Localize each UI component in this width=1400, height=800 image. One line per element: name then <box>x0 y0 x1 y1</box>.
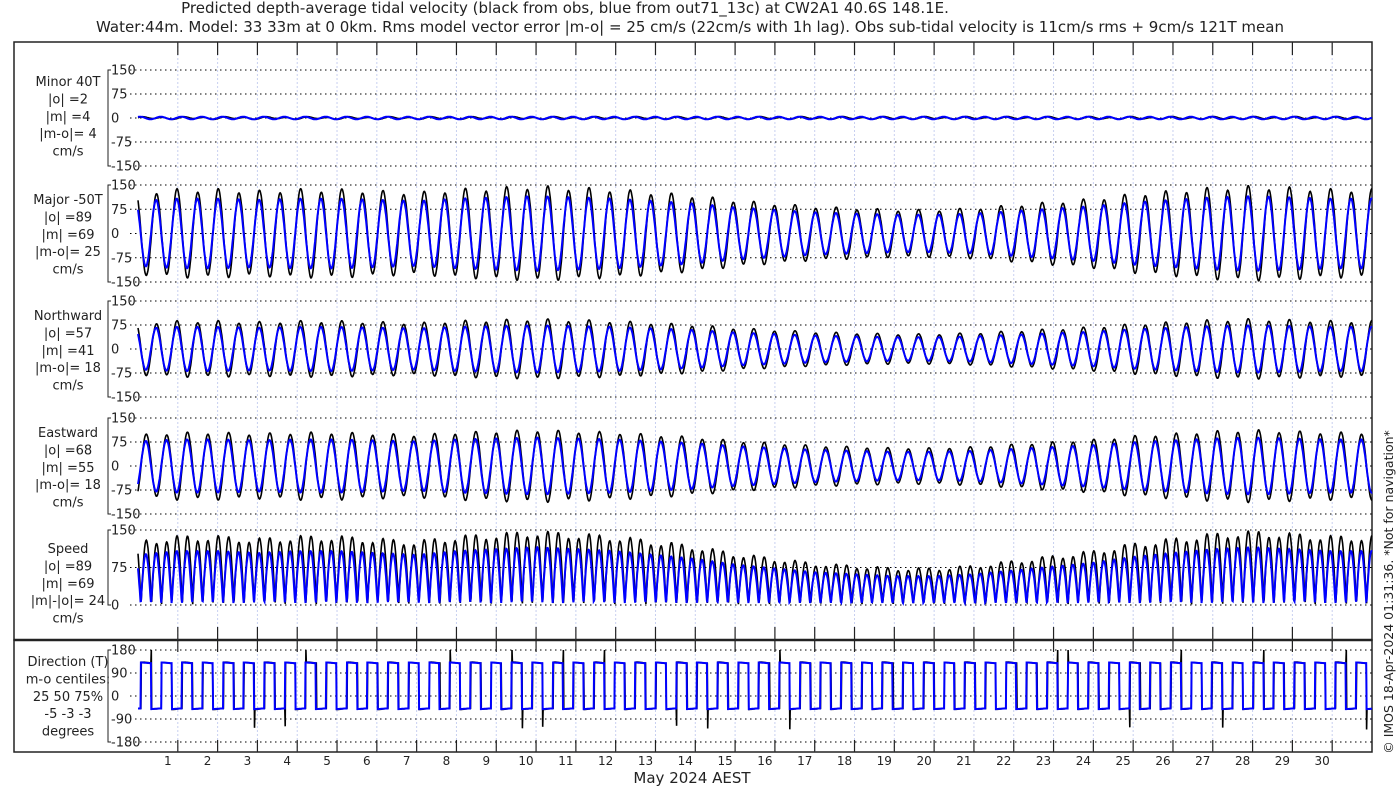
tidal-velocity-chart: Predicted depth-average tidal velocity (… <box>13 0 1396 787</box>
panel-label-major: |m| =69 <box>42 228 95 243</box>
y-tick-label: -150 <box>111 160 141 175</box>
panel-label-major: |o| =89 <box>44 210 92 225</box>
y-tick-label: 75 <box>111 319 128 334</box>
y-tick-label: 0 <box>111 690 119 705</box>
day-tick-label: 25 <box>1116 754 1131 768</box>
y-tick-label: 0 <box>111 599 119 614</box>
y-tick-label: -150 <box>111 276 141 291</box>
panel-label-direction: Direction (T) <box>28 655 109 670</box>
panel-label-east: Eastward <box>38 426 98 441</box>
panel-label-east: |m-o|= 18 <box>35 478 101 493</box>
y-tick-label: 75 <box>111 203 128 218</box>
y-tick-label: -75 <box>111 367 132 382</box>
y-tick-label: 75 <box>111 561 128 576</box>
panel-label-major: Major -50T <box>33 193 102 208</box>
panel-label-minor: |o| =2 <box>48 92 88 107</box>
panel-label-speed: cm/s <box>53 612 84 627</box>
day-tick-label: 30 <box>1315 754 1330 768</box>
panel-label-north: cm/s <box>53 379 84 394</box>
day-tick-label: 3 <box>244 754 252 768</box>
panel-label-east: |m| =55 <box>42 461 95 476</box>
y-tick-label: 75 <box>111 88 128 103</box>
panel-label-direction: m-o centiles: <box>26 672 111 687</box>
panel-label-east: |o| =68 <box>44 443 92 458</box>
panel-label-speed: |o| =89 <box>44 559 92 574</box>
y-tick-label: -75 <box>111 251 132 266</box>
panel-label-direction: 25 50 75% <box>33 690 103 705</box>
y-tick-label: 150 <box>111 524 136 539</box>
day-tick-label: 4 <box>283 754 291 768</box>
day-tick-label: 22 <box>996 754 1011 768</box>
y-tick-label: -150 <box>111 508 141 523</box>
day-tick-label: 15 <box>717 754 732 768</box>
panel-label-speed: |m|-|o|= 24 <box>31 594 105 609</box>
day-tick-label: 19 <box>877 754 892 768</box>
day-tick-label: 2 <box>204 754 212 768</box>
direction-model-series <box>138 661 1372 711</box>
day-tick-label: 9 <box>482 754 490 768</box>
panel-label-direction: -5 -3 -3 <box>44 707 91 722</box>
chart-title-line2: Water:44m. Model: 33 33m at 0 0km. Rms m… <box>96 18 1284 36</box>
panel-label-north: |m| =41 <box>42 344 95 359</box>
chart-title-line1: Predicted depth-average tidal velocity (… <box>181 0 949 18</box>
day-tick-label: 18 <box>837 754 852 768</box>
panel-label-major: |m-o|= 25 <box>35 245 101 260</box>
x-axis-label: May 2024 AEST <box>633 769 751 787</box>
y-tick-label: -90 <box>111 713 132 728</box>
y-tick-label: 75 <box>111 436 128 451</box>
day-tick-label: 1 <box>164 754 172 768</box>
y-tick-label: 0 <box>111 227 119 242</box>
day-tick-label: 12 <box>598 754 613 768</box>
y-tick-label: 150 <box>111 179 136 194</box>
day-tick-label: 27 <box>1195 754 1210 768</box>
y-tick-label: 0 <box>111 460 119 475</box>
day-tick-label: 28 <box>1235 754 1250 768</box>
day-tick-label: 11 <box>558 754 573 768</box>
y-tick-label: 90 <box>111 667 128 682</box>
panel-label-north: |o| =57 <box>44 326 92 341</box>
day-tick-label: 10 <box>518 754 533 768</box>
panel-label-minor: |m| =4 <box>46 110 91 125</box>
panel-label-north: |m-o|= 18 <box>35 361 101 376</box>
y-tick-label: -180 <box>111 736 141 751</box>
day-tick-label: 26 <box>1155 754 1170 768</box>
panel-label-minor: cm/s <box>53 145 84 160</box>
day-tick-label: 20 <box>916 754 931 768</box>
day-tick-label: 13 <box>638 754 653 768</box>
panel-label-minor: Minor 40T <box>36 75 101 90</box>
y-tick-label: 0 <box>111 343 119 358</box>
copyright-notice: © IMOS 18-Apr-2024 01:31:36. *Not for na… <box>1381 430 1396 754</box>
day-tick-label: 17 <box>797 754 812 768</box>
panel-label-east: cm/s <box>53 496 84 511</box>
day-tick-label: 23 <box>1036 754 1051 768</box>
y-tick-label: -75 <box>111 484 132 499</box>
day-tick-label: 7 <box>403 754 411 768</box>
day-tick-label: 16 <box>757 754 772 768</box>
y-tick-label: 150 <box>111 295 136 310</box>
day-tick-label: 21 <box>956 754 971 768</box>
direction-obs-series <box>138 649 1373 730</box>
panel-label-speed: |m| =69 <box>42 577 95 592</box>
panel-label-speed: Speed <box>48 542 89 557</box>
day-tick-label: 29 <box>1275 754 1290 768</box>
y-tick-label: -75 <box>111 136 132 151</box>
day-tick-label: 8 <box>443 754 451 768</box>
panel-label-north: Northward <box>34 309 102 324</box>
y-tick-label: 150 <box>111 412 136 427</box>
y-tick-label: -150 <box>111 391 141 406</box>
day-tick-label: 6 <box>363 754 371 768</box>
day-tick-label: 5 <box>323 754 331 768</box>
panel-label-major: cm/s <box>53 263 84 278</box>
panel-label-direction: degrees <box>42 725 95 740</box>
y-tick-label: 0 <box>111 112 119 127</box>
y-tick-label: 150 <box>111 64 136 79</box>
panel-label-minor: |m-o|= 4 <box>39 127 97 142</box>
day-tick-label: 14 <box>678 754 693 768</box>
y-tick-label: 180 <box>111 644 136 659</box>
day-tick-label: 24 <box>1076 754 1091 768</box>
